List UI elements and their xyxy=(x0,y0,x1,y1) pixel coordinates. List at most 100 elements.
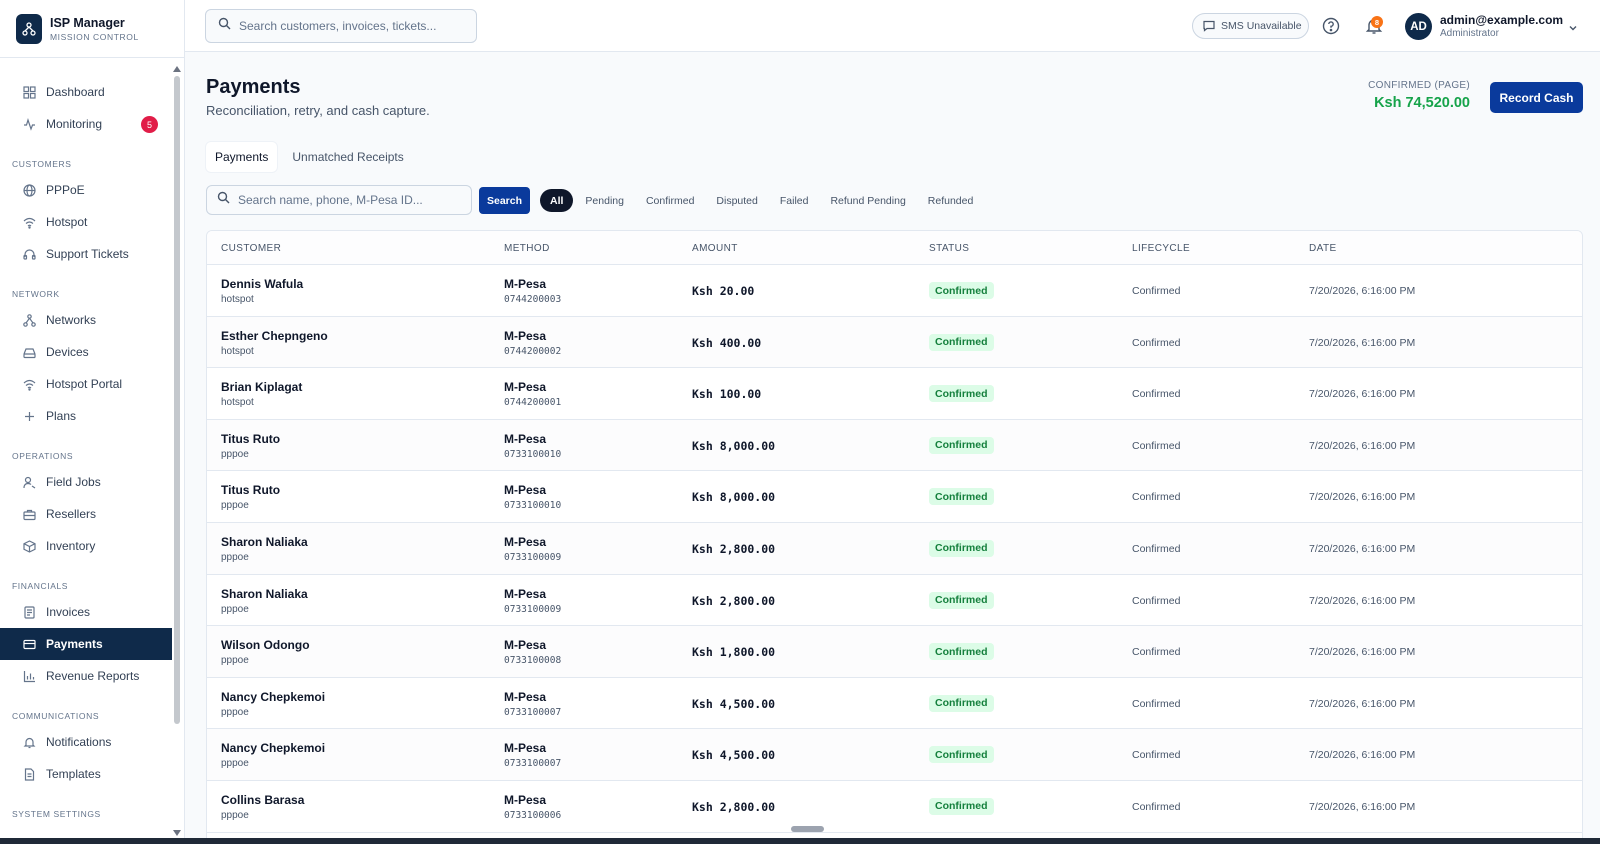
lifecycle-status: Confirmed xyxy=(1132,285,1181,297)
payment-amount: Ksh 100.00 xyxy=(692,387,762,402)
filter-refunded[interactable]: Refunded xyxy=(918,189,984,212)
table-row[interactable]: Titus Ruto pppoe M-Pesa 0733100010 Ksh 8,000… xyxy=(207,419,1582,472)
sidebar-item-label: Templates xyxy=(46,767,101,781)
scroll-down-icon[interactable] xyxy=(173,830,181,836)
sidebar-item-plans[interactable]: Plans xyxy=(0,400,172,432)
sidebar-item-label: Plans xyxy=(46,409,77,423)
sidebar-item-payments[interactable]: Payments xyxy=(0,628,172,660)
filter-confirmed[interactable]: Confirmed xyxy=(636,189,704,212)
user-email[interactable]: admin@example.com xyxy=(1440,13,1563,27)
filter-failed[interactable]: Failed xyxy=(770,189,819,212)
filter-disputed[interactable]: Disputed xyxy=(706,189,767,212)
payment-date: 7/20/2026, 6:16:00 PM xyxy=(1309,542,1416,555)
table-row[interactable]: Esther Chepngeno hotspot M-Pesa 0744200002 K… xyxy=(207,316,1582,369)
table-row[interactable]: Nancy Chepkemoi pppoe M-Pesa 0733100007 Ksh … xyxy=(207,729,1582,781)
filter-pending[interactable]: Pending xyxy=(575,189,634,212)
sidebar-item-label: Inventory xyxy=(46,539,96,553)
scroll-up-icon[interactable] xyxy=(173,66,181,72)
status-badge: Confirmed xyxy=(929,591,994,609)
chevron-down-icon[interactable] xyxy=(1568,20,1578,38)
payment-date: 7/20/2026, 6:16:00 PM xyxy=(1309,388,1416,401)
table-row[interactable]: Sharon Naliaka pppoe M-Pesa 0733100009 Ksh 2… xyxy=(207,522,1582,575)
customer-name[interactable]: Collins Barasa xyxy=(221,793,304,807)
customer-name[interactable]: Wilson Odongo xyxy=(221,638,310,652)
customer-name[interactable]: Sharon Naliaka xyxy=(221,535,308,549)
column-header-customer[interactable]: CUSTOMER xyxy=(221,243,281,254)
customer-name[interactable]: Sharon Naliaka xyxy=(221,587,308,601)
filter-all[interactable]: All xyxy=(540,189,574,212)
sidebar-scrollbar[interactable] xyxy=(173,66,181,836)
customer-name[interactable]: Titus Ruto xyxy=(221,432,280,446)
sidebar-item-templates[interactable]: Templates xyxy=(0,758,172,790)
sidebar-item-monitoring[interactable]: Monitoring 5 xyxy=(0,108,172,140)
customer-name[interactable]: Nancy Chepkemoi xyxy=(221,690,325,704)
customer-name[interactable]: Brian Kiplagat xyxy=(221,380,302,394)
sidebar-scroll-thumb[interactable] xyxy=(174,76,180,724)
page-title: Payments xyxy=(206,76,301,98)
sidebar-item-dashboard[interactable]: Dashboard xyxy=(0,76,172,108)
payments-search[interactable] xyxy=(206,185,472,215)
customer-name[interactable]: Nancy Chepkemoi xyxy=(221,741,325,755)
column-header-amount[interactable]: AMOUNT xyxy=(692,243,738,254)
wifi-icon xyxy=(22,215,36,229)
filter-refund-pending[interactable]: Refund Pending xyxy=(820,189,915,212)
table-row[interactable]: Nancy Chepkemoi pppoe M-Pesa 0733100007 Ksh … xyxy=(207,678,1582,730)
sidebar-item-revenue-reports[interactable]: Revenue Reports xyxy=(0,660,172,692)
record-cash-button[interactable]: Record Cash xyxy=(1490,82,1583,113)
column-header-date[interactable]: DATE xyxy=(1309,243,1337,254)
tab-unmatched-receipts[interactable]: Unmatched Receipts xyxy=(283,142,412,172)
sidebar-item-resellers[interactable]: Resellers xyxy=(0,498,172,530)
horizontal-scroll-thumb[interactable] xyxy=(791,826,824,832)
payments-search-input[interactable] xyxy=(238,193,468,207)
table-row[interactable]: Titus Ruto pppoe M-Pesa 0733100010 Ksh 8,000… xyxy=(207,471,1582,523)
payment-amount: Ksh 8,000.00 xyxy=(692,438,776,453)
sidebar-item-label: Hotspot xyxy=(46,215,88,229)
table-row[interactable]: Sharon Naliaka pppoe M-Pesa 0733100009 Ksh 2… xyxy=(207,575,1582,627)
column-header-lifecycle[interactable]: LIFECYCLE xyxy=(1132,243,1190,254)
payment-amount: Ksh 8,000.00 xyxy=(692,490,776,505)
table-row[interactable]: Wilson Odongo pppoe M-Pesa 0733100008 Ksh 1,… xyxy=(207,626,1582,678)
customer-type: pppoe xyxy=(221,655,249,667)
customer-name[interactable]: Titus Ruto xyxy=(221,483,280,497)
bell-icon xyxy=(22,735,36,749)
lifecycle-status: Confirmed xyxy=(1132,542,1181,555)
lifecycle-status: Confirmed xyxy=(1132,594,1181,607)
lifecycle-status: Confirmed xyxy=(1132,800,1181,813)
package-icon xyxy=(22,539,36,553)
sidebar-item-label: Field Jobs xyxy=(46,475,101,489)
sidebar-item-field-jobs[interactable]: Field Jobs xyxy=(0,466,172,498)
activity-icon xyxy=(22,117,36,131)
sidebar-item-inventory[interactable]: Inventory xyxy=(0,530,172,562)
sidebar-item-devices[interactable]: Devices xyxy=(0,336,172,368)
help-icon[interactable] xyxy=(1322,17,1340,35)
payment-method: M-Pesa xyxy=(504,689,547,704)
lifecycle-status: Confirmed xyxy=(1132,646,1181,659)
global-search[interactable] xyxy=(205,9,477,43)
sidebar-item-networks[interactable]: Networks xyxy=(0,304,172,336)
sms-status-pill[interactable]: SMS Unavailable xyxy=(1192,13,1309,39)
payer-phone: 0744200002 xyxy=(504,345,562,357)
customer-name[interactable]: Esther Chepngeno xyxy=(221,329,328,343)
globe-icon xyxy=(22,183,36,197)
sidebar-item-notifications[interactable]: Notifications xyxy=(0,726,172,758)
sidebar-item-hotspot[interactable]: Hotspot xyxy=(0,206,172,238)
sidebar-item-invoices[interactable]: Invoices xyxy=(0,596,172,628)
table-row[interactable]: Collins Barasa pppoe M-Pesa 0733100006 Ksh 2… xyxy=(207,781,1582,833)
customer-name[interactable]: Dennis Wafula xyxy=(221,277,303,291)
table-row[interactable]: Dennis Wafula hotspot M-Pesa 0744200003 Ksh … xyxy=(207,265,1582,317)
message-icon xyxy=(1203,20,1215,32)
tab-payments[interactable]: Payments xyxy=(206,142,278,172)
search-button[interactable]: Search xyxy=(479,187,530,214)
sidebar-item-pppoe[interactable]: PPPoE xyxy=(0,174,172,206)
sidebar-item-support-tickets[interactable]: Support Tickets xyxy=(0,238,172,270)
table-row[interactable]: Brian Kiplagat hotspot M-Pesa 0744200001 Ksh… xyxy=(207,368,1582,420)
sidebar-item-hotspot-portal[interactable]: Hotspot Portal xyxy=(0,368,172,400)
global-search-input[interactable] xyxy=(239,19,459,33)
brand[interactable]: ISP Manager MISSION CONTROL xyxy=(0,0,184,58)
payment-amount: Ksh 2,800.00 xyxy=(692,799,776,814)
column-header-method[interactable]: METHOD xyxy=(504,243,550,254)
network-icon xyxy=(22,313,36,327)
column-header-status[interactable]: STATUS xyxy=(929,243,969,254)
avatar[interactable]: AD xyxy=(1405,13,1432,40)
status-badge: Confirmed xyxy=(929,333,994,351)
